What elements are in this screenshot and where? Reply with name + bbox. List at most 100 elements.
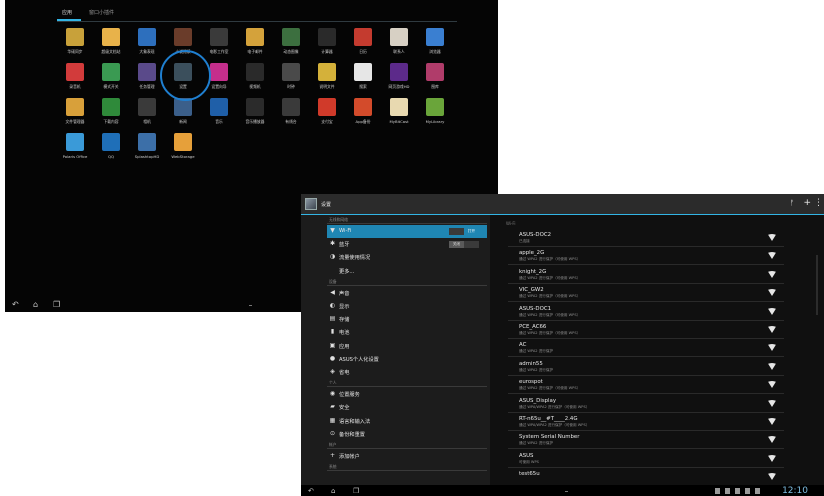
- sidebar-item-2-1[interactable]: ▰ 安全: [327, 401, 487, 414]
- app-icon-30[interactable]: App备份: [345, 98, 381, 128]
- sidebar-item-2-3[interactable]: ⊙ 备份和重置: [327, 428, 487, 441]
- app-icon-23[interactable]: 下载内容: [93, 98, 129, 128]
- wifi-network-row[interactable]: eurospot 通过 WPA2 进行保护（可使用 WPS）: [508, 376, 784, 395]
- wifi-network-row[interactable]: ASUS 可使用 WPS: [508, 450, 784, 468]
- app-icon-33[interactable]: Polaris Office: [57, 133, 93, 163]
- network-name: ASUS_Display: [519, 397, 557, 404]
- settings-highlight-ring: [160, 50, 211, 101]
- recent-apps-icon[interactable]: ❐: [353, 487, 359, 495]
- app-icon-24[interactable]: 相机: [129, 98, 165, 128]
- app-icon-19[interactable]: 搜索: [345, 63, 381, 93]
- sidebar-item-1-1[interactable]: ◐ 显示: [327, 300, 487, 313]
- app-label: 录音机: [69, 84, 81, 89]
- app-icon-36[interactable]: WebStorage: [165, 133, 201, 163]
- sidebar-item-label: 添加帐户: [339, 454, 360, 460]
- app-glyph-icon: [282, 98, 300, 116]
- wifi-network-row[interactable]: AC 通过 WPA2 进行保护: [508, 339, 784, 358]
- sidebar-item-3-0[interactable]: + 添加帐户: [327, 450, 487, 463]
- wifi-network-row[interactable]: apple_2G 通过 WPA2 进行保护（可使用 WPS）: [508, 247, 784, 266]
- sidebar-item-label: ASUS个人化设置: [339, 356, 379, 363]
- back-icon[interactable]: ↶: [12, 301, 19, 309]
- app-label: 相机: [143, 119, 151, 124]
- sidebar-item-1-4[interactable]: ▣ 应用: [327, 340, 487, 353]
- sidebar-item-2-2[interactable]: ▦ 语言和输入法: [327, 415, 487, 428]
- app-icon-9[interactable]: 联系人: [381, 28, 417, 58]
- app-icon-20[interactable]: 网页游戏HD: [381, 63, 417, 93]
- wps-icon[interactable]: ᚠ: [790, 198, 794, 208]
- sidebar-item-0-0[interactable]: ▼ Wi-Fi 打开: [327, 225, 487, 238]
- app-icon-26[interactable]: 音乐: [201, 98, 237, 128]
- app-icon-1[interactable]: 超级文档站: [93, 28, 129, 58]
- app-glyph-icon: [210, 28, 228, 46]
- app-icon-6[interactable]: 动态图像: [273, 28, 309, 58]
- sidebar-item-label: 应用: [339, 343, 350, 350]
- sidebar-item-1-3[interactable]: ▮ 电池: [327, 326, 487, 339]
- sidebar-item-0-1[interactable]: ✱ 蓝牙 关闭: [327, 238, 487, 251]
- sidebar-item-1-0[interactable]: ◀ 声音: [327, 287, 487, 300]
- app-icon-32[interactable]: MyLibrary: [417, 98, 453, 128]
- sidebar-item-0-2[interactable]: ◑ 流量使用情况: [327, 251, 487, 264]
- network-security: 通过 WPA2 进行保护（可使用 WPS）: [519, 257, 581, 262]
- sidebar-item-1-2[interactable]: ▤ 存储: [327, 313, 487, 326]
- back-icon[interactable]: ↶: [308, 487, 314, 495]
- action-bar: 设置 ᚠ + ⋮: [301, 194, 824, 214]
- app-icon-5[interactable]: 电子邮件: [237, 28, 273, 58]
- wifi-network-row[interactable]: RT-n65u__#T____2.4G 通过 WPA/WPA2 进行保护（可使用 …: [508, 413, 784, 431]
- network-security: 通过 WPA2 进行保护（可使用 WPS）: [519, 275, 581, 280]
- app-icon-7[interactable]: 计算器: [309, 28, 345, 58]
- app-icon-22[interactable]: 文件管理器: [57, 98, 93, 128]
- app-icon-11[interactable]: 录音机: [57, 63, 93, 93]
- toggle-switch[interactable]: 打开: [449, 228, 479, 235]
- app-icon-2[interactable]: 大象表现: [129, 28, 165, 58]
- data-usage-icon: ◑: [329, 253, 336, 261]
- location-icon: ◉: [329, 390, 336, 398]
- app-icon-8[interactable]: 日历: [345, 28, 381, 58]
- settings-app-icon[interactable]: [305, 198, 317, 210]
- add-network-icon[interactable]: +: [803, 198, 811, 208]
- recent-apps-icon[interactable]: ❐: [53, 301, 60, 309]
- sidebar-item-1-5[interactable]: ● ASUS个人化设置: [327, 353, 487, 366]
- wifi-network-row[interactable]: ASUS-DOC1 通过 WPA2 进行保护（可使用 WPS）: [508, 303, 784, 321]
- wifi-network-row[interactable]: admin55 通过 WPA2 进行保护: [508, 358, 784, 376]
- toggle-switch[interactable]: 关闭: [449, 241, 479, 249]
- app-icon-34[interactable]: QQ: [93, 133, 129, 163]
- app-icon-17[interactable]: 时钟: [273, 63, 309, 93]
- sidebar-item-1-6[interactable]: ◈ 省电: [327, 366, 487, 379]
- clock-time[interactable]: 12:10: [782, 486, 808, 496]
- app-icon-31[interactable]: MyBitCast: [381, 98, 417, 128]
- sidebar-item-2-0[interactable]: ◉ 位置服务: [327, 388, 487, 401]
- app-icon-35[interactable]: SplashtopHD: [129, 133, 165, 163]
- app-icon-0[interactable]: 华硕同步: [57, 28, 93, 58]
- wifi-network-row[interactable]: ASUS-DOC2 已连接: [508, 229, 784, 247]
- home-icon[interactable]: ⌂: [33, 301, 38, 309]
- app-icon-29[interactable]: 支付宝: [309, 98, 345, 128]
- sidebar-item-0-3[interactable]: 更多...: [327, 265, 487, 278]
- wifi-network-row[interactable]: System Serial Number 通过 WPA2 进行保护: [508, 431, 784, 450]
- wifi-network-row[interactable]: ASUS_Display 通过 WPA/WPA2 进行保护（可使用 WPS）: [508, 395, 784, 413]
- app-icon-10[interactable]: 浏览器: [417, 28, 453, 58]
- app-glyph-icon: [390, 63, 408, 81]
- app-icon-4[interactable]: 电影工作室: [201, 28, 237, 58]
- notification-icon[interactable]: [715, 488, 720, 494]
- tab-apps[interactable]: 应用: [62, 9, 72, 16]
- wifi-network-row[interactable]: knight_2G 通过 WPA2 进行保护（可使用 WPS）: [508, 266, 784, 284]
- display-icon: ◐: [329, 302, 336, 309]
- tab-widgets[interactable]: 窗口小插件: [89, 9, 114, 16]
- section-divider: [327, 284, 487, 286]
- network-name: ASUS: [519, 452, 534, 459]
- app-icon-25[interactable]: 新闻: [165, 98, 201, 128]
- wifi-network-row[interactable]: PCE_AC66 通过 WPA2 进行保护（可使用 WPS）: [508, 321, 784, 339]
- app-icon-27[interactable]: 音乐播放器: [237, 98, 273, 128]
- sidebar-item-label: 语言和输入法: [339, 418, 371, 425]
- wifi-network-row[interactable]: VIC_GW2 通过 WPA2 进行保护（可使用 WPS）: [508, 284, 784, 303]
- home-icon[interactable]: ⌂: [331, 487, 335, 495]
- app-icon-16[interactable]: 视频机: [237, 63, 273, 93]
- wifi-signal-icon: [768, 307, 776, 315]
- overflow-menu-icon[interactable]: ⋮: [814, 198, 823, 208]
- scrollbar[interactable]: [816, 255, 818, 315]
- app-icon-18[interactable]: 说明文件: [309, 63, 345, 93]
- app-icon-21[interactable]: 图库: [417, 63, 453, 93]
- app-icon-28[interactable]: 有线台: [273, 98, 309, 128]
- wifi-network-row[interactable]: test65u: [508, 468, 784, 487]
- app-icon-12[interactable]: 模式开关: [93, 63, 129, 93]
